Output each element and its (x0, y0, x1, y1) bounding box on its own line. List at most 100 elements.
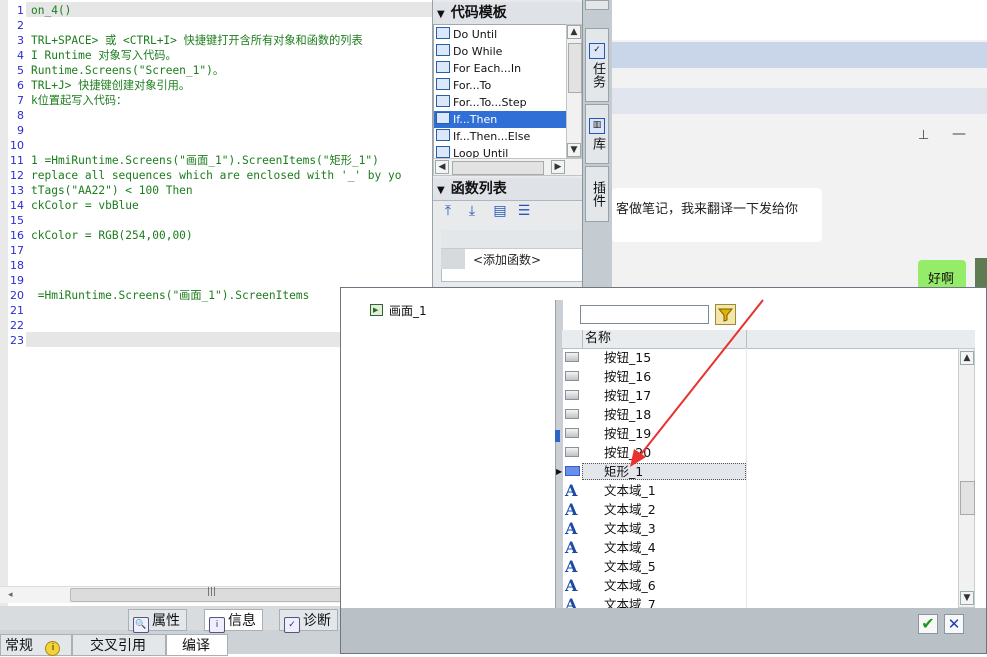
code-line[interactable]: on_4() (31, 3, 71, 18)
tab-compile-label: 编译 (182, 638, 210, 654)
tab-diagnostics[interactable]: ✓ 诊断 (279, 609, 338, 633)
function-row-selector[interactable] (441, 249, 465, 269)
code-snippet-icon (436, 146, 450, 158)
insert-icon[interactable]: ▤ (491, 202, 509, 220)
template-item-label: For...To (453, 79, 492, 92)
template-list-vertical-scrollbar[interactable]: ▲ ▼ (566, 24, 582, 158)
list-icon[interactable]: ☰ (515, 202, 533, 220)
chat-row[interactable] (612, 88, 987, 114)
tree-item-screen-1[interactable]: 画面_1 (389, 302, 427, 319)
side-tab-addins[interactable]: 插件 (585, 166, 609, 222)
code-line[interactable]: ckColor = vbBlue (31, 198, 139, 213)
button-object-icon (565, 447, 579, 457)
scroll-right-icon[interactable]: ▶ (551, 160, 565, 174)
cancel-button[interactable]: ✕ (944, 614, 964, 634)
tab-properties-label: 属性 (152, 613, 180, 629)
scrollbar-thumb[interactable] (960, 481, 975, 515)
chat-message-text: 客做笔记，我来翻译一下发给你 (616, 202, 799, 217)
tab-info[interactable]: i 信息 (204, 609, 263, 633)
scrollbar-grip: ||| (207, 587, 217, 597)
template-item[interactable]: For Each...In (434, 60, 566, 77)
tab-general-label: 常规 (5, 638, 33, 654)
minimize-icon[interactable]: — (952, 126, 966, 142)
tab-cross-reference[interactable]: 交叉引用 (72, 634, 166, 656)
template-item[interactable]: For...To...Step (434, 94, 566, 111)
collapse-icon[interactable]: ▼ (437, 4, 445, 26)
chat-header-area (612, 0, 987, 40)
code-templates-header[interactable]: ▼ 代码模板 (433, 2, 583, 25)
avatar[interactable] (975, 258, 987, 288)
object-row[interactable]: A 文本域_4 (562, 538, 958, 557)
code-snippet-icon (436, 44, 450, 56)
object-row[interactable]: A 文本域_1 (562, 481, 958, 500)
column-divider[interactable] (582, 330, 583, 348)
current-row-marker-icon: ▶ (556, 467, 563, 476)
screen-tree[interactable] (341, 288, 555, 608)
tab-general[interactable]: 常规 i (0, 634, 72, 656)
scroll-up-icon[interactable]: ▲ (960, 351, 974, 365)
template-item[interactable]: Do Until (434, 26, 566, 43)
code-line[interactable]: ckColor = RGB(254,00,00) (31, 228, 193, 243)
code-snippet-icon (436, 27, 450, 39)
side-tab-tasks[interactable]: ✓ 任务 (585, 28, 609, 102)
side-tab-library-label: 库 (590, 137, 605, 150)
template-item[interactable]: If...Then (434, 111, 566, 128)
tree-expand-icon[interactable]: ▶ (373, 306, 378, 314)
side-tab-addins-label: 插件 (590, 181, 605, 207)
checkmark-icon: ✔ (921, 614, 935, 633)
object-row[interactable]: A 文本域_5 (562, 557, 958, 576)
code-line[interactable]: I Runtime 对象写入代码。 (31, 48, 177, 63)
template-item[interactable]: If...Then...Else (434, 128, 566, 145)
object-name: 文本域_1 (604, 483, 656, 498)
code-line[interactable]: Runtime.Screens("Screen_1")。 (31, 63, 224, 78)
side-tab-library[interactable]: ▥库 (585, 104, 609, 164)
template-item[interactable]: Do While (434, 43, 566, 60)
object-row[interactable]: A 文本域_6 (562, 576, 958, 595)
scroll-left-icon[interactable]: ◂ (8, 590, 13, 600)
object-list-vertical-scrollbar[interactable]: ▲ ▼ (958, 348, 975, 608)
code-templates-title: 代码模板 (450, 5, 507, 21)
scroll-down-icon[interactable]: ▼ (567, 143, 581, 157)
add-function-item[interactable]: <添加函数> (473, 251, 541, 268)
template-item[interactable]: For...To (434, 77, 566, 94)
splitter-collapse-icon[interactable] (555, 430, 560, 442)
button-object-icon (565, 409, 579, 419)
scroll-up-icon[interactable]: ▲ (567, 25, 581, 39)
ok-button[interactable]: ✔ (918, 614, 938, 634)
text-field-icon: A (565, 538, 578, 557)
code-line[interactable]: TRL+SPACE> 或 <CTRL+I> 快捷键打开含所有对象和函数的列表 (31, 33, 363, 48)
code-line[interactable]: 1 =HmiRuntime.Screens("画面_1").ScreenItem… (31, 153, 379, 168)
object-row[interactable]: A 文本域_3 (562, 519, 958, 538)
tab-properties[interactable]: 🔍 属性 (128, 609, 187, 633)
code-line[interactable]: tTags("AA22") < 100 Then (31, 183, 193, 198)
diagnostics-icon: ✓ (284, 617, 300, 633)
object-row[interactable]: A 文本域_2 (562, 500, 958, 519)
scroll-left-icon[interactable]: ◀ (435, 160, 449, 174)
code-line[interactable]: TRL+J> 快捷键创建对象引用。 (31, 78, 190, 93)
side-tab-top[interactable] (585, 0, 609, 10)
pin-icon[interactable]: ⊥ (918, 128, 929, 143)
object-name: 文本域_3 (604, 521, 656, 536)
code-snippet-icon (436, 78, 450, 90)
column-header-name[interactable]: 名称 (585, 330, 611, 348)
code-line[interactable]: replace all sequences which are enclosed… (31, 168, 401, 183)
code-template-list[interactable]: Do Until Do While For Each...In For...To For… (433, 24, 567, 160)
tab-compile[interactable]: 编译 (166, 634, 228, 656)
scroll-down-icon[interactable]: ▼ (960, 591, 974, 605)
object-name: 文本域_2 (604, 502, 656, 517)
move-up-icon[interactable]: ⤒ (439, 202, 457, 220)
chat-selected-row[interactable] (612, 42, 987, 68)
text-field-icon: A (565, 500, 578, 519)
function-list-header[interactable]: ▼ 函数列表 (433, 178, 583, 201)
scrollbar-thumb[interactable] (452, 161, 544, 175)
template-list-horizontal-scrollbar[interactable]: ◀ ▶ (433, 158, 583, 176)
move-down-icon[interactable]: ⤓ (463, 202, 481, 220)
code-line[interactable]: =HmiRuntime.Screens("画面_1").ScreenItems (31, 288, 310, 303)
scrollbar-thumb[interactable] (568, 43, 582, 93)
template-item-label: For...To...Step (453, 96, 527, 109)
collapse-icon[interactable]: ▼ (437, 180, 445, 202)
chat-toolbar (612, 122, 987, 152)
button-object-icon (565, 390, 579, 400)
code-snippet-icon (436, 112, 450, 124)
code-line[interactable]: k位置起写入代码： (31, 93, 127, 108)
